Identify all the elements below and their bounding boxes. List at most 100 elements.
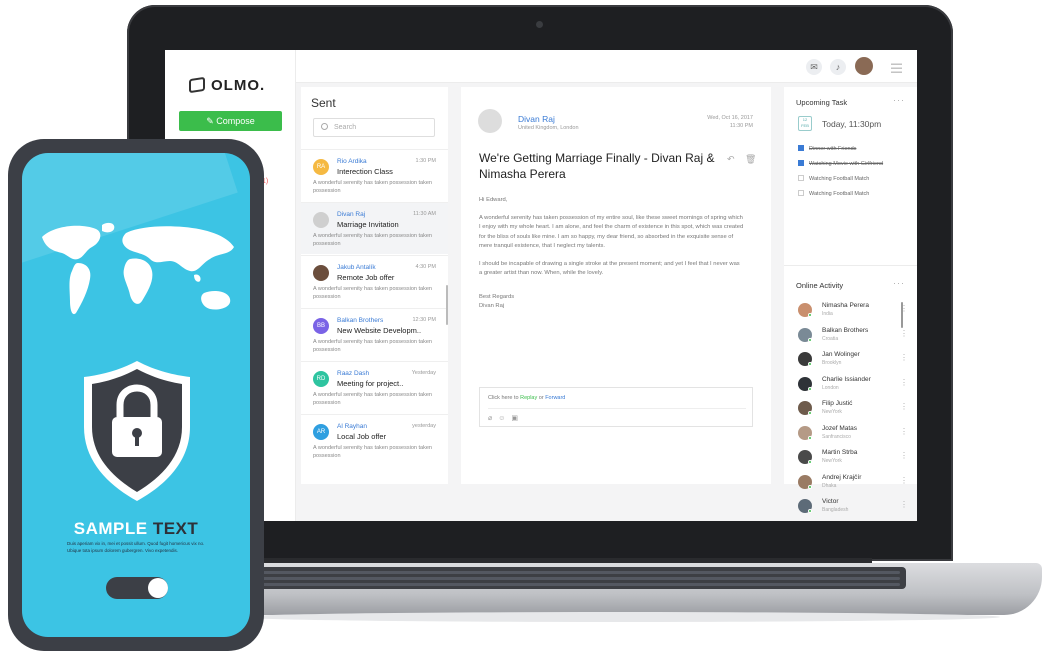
- checkbox[interactable]: [798, 175, 804, 181]
- online-status-icon: [808, 411, 812, 415]
- reply-icon[interactable]: ↶: [727, 154, 735, 165]
- more-vertical-icon[interactable]: ⋮: [900, 378, 908, 387]
- reply-toolbar: ⌀☺▣: [488, 414, 524, 422]
- more-icon[interactable]: ···: [893, 278, 905, 288]
- key-row: [262, 577, 900, 580]
- mail-time: yesterday: [412, 423, 436, 429]
- checkbox[interactable]: [798, 145, 804, 151]
- mail-list-item[interactable]: Jakub Antalík 4:30 PM Remote Job offer A wo…: [301, 255, 448, 307]
- online-status-icon: [808, 509, 812, 513]
- phone-toggle[interactable]: [106, 577, 168, 599]
- more-vertical-icon[interactable]: ⋮: [900, 353, 908, 362]
- online-person[interactable]: Filip Justić NewYork ⋮: [798, 399, 908, 419]
- sender-name: Al Rayhan: [337, 423, 367, 430]
- activity-scrollbar[interactable]: [901, 302, 903, 328]
- chat-icon[interactable]: ✉: [806, 59, 822, 75]
- mail-subject: Local Job offer: [337, 432, 387, 441]
- online-person[interactable]: Jozef Matas Sanfrancisco ⋮: [798, 424, 908, 444]
- bell-icon[interactable]: ♪: [830, 59, 846, 75]
- person-location: Croatia: [822, 335, 839, 342]
- emoji-icon[interactable]: ☺: [498, 415, 511, 422]
- more-vertical-icon[interactable]: ⋮: [900, 500, 908, 509]
- key-row: [262, 583, 900, 586]
- person-name: Balkan Brothers: [822, 326, 869, 334]
- sent-scrollbar[interactable]: [446, 285, 448, 325]
- person-location: Brooklyn: [822, 360, 842, 366]
- user-avatar[interactable]: [855, 57, 873, 75]
- mail-list-item[interactable]: RD Raaz Dash Yesterday Meeting for project.…: [301, 361, 448, 413]
- sender-name[interactable]: Divan Raj: [518, 114, 555, 124]
- more-vertical-icon[interactable]: ⋮: [900, 402, 908, 411]
- attach-icon[interactable]: ⌀: [488, 415, 498, 422]
- laptop-screen: ✉ ♪ — — — OLMO. ✎ Compose 1) Sent Search R…: [165, 50, 917, 521]
- reply-box[interactable]: Click here to Replay or Forward ⌀☺▣: [479, 387, 753, 427]
- person-name: Jozef Matas: [822, 424, 858, 432]
- search-input[interactable]: Search: [313, 118, 435, 137]
- sender-avatar: [313, 212, 329, 228]
- online-person[interactable]: Victor Bangladesh ⋮: [798, 497, 908, 517]
- mail-subject: Interection Class: [337, 167, 393, 176]
- key-row: [262, 571, 900, 574]
- more-vertical-icon[interactable]: ⋮: [900, 427, 908, 436]
- online-activity-title: Online Activity: [796, 281, 844, 290]
- mail-preview: A wonderful serenity has taken possessio…: [313, 233, 432, 247]
- calendar-icon: 12 FEB: [798, 116, 812, 131]
- toggle-knob[interactable]: [148, 578, 168, 598]
- sender-name: Divan Raj: [337, 211, 366, 218]
- task-item[interactable]: Watching Football Match: [798, 175, 869, 182]
- online-person[interactable]: Jan Wolinger Brooklyn ⋮: [798, 350, 908, 370]
- image-icon[interactable]: ▣: [511, 415, 524, 422]
- checkbox[interactable]: [798, 190, 804, 196]
- online-person[interactable]: Charlie Issiander London ⋮: [798, 375, 908, 395]
- mail-list-item[interactable]: Divan Raj 11:30 AM Marriage Invitation A wo…: [301, 202, 448, 254]
- phone-description: Duis aperiam vix in, mei et possit ullum…: [67, 541, 205, 553]
- task-item[interactable]: Watching Movie with Girlfriend: [798, 160, 883, 167]
- task-item[interactable]: Dinner with Friends: [798, 145, 856, 152]
- checkbox[interactable]: [798, 160, 804, 166]
- mail-preview: A wonderful serenity has taken possessio…: [313, 286, 432, 300]
- mail-list-item[interactable]: AR Al Rayhan yesterday Local Job offer A won…: [301, 414, 448, 466]
- more-vertical-icon[interactable]: ⋮: [900, 451, 908, 460]
- mail-time: Yesterday: [411, 370, 436, 376]
- forward-link[interactable]: Forward: [545, 395, 565, 401]
- divider: [488, 408, 746, 409]
- trash-icon[interactable]: 🗑: [745, 154, 756, 165]
- mail-subject: We're Getting Marriage Finally - Divan R…: [479, 151, 715, 181]
- search-icon: [321, 123, 328, 130]
- today-label: Today, 11:30pm: [822, 119, 882, 129]
- mail-preview: A wonderful serenity has taken possessio…: [313, 180, 432, 194]
- online-status-icon: [808, 386, 812, 391]
- mail-subject: Marriage Invitation: [337, 220, 399, 229]
- mail-list-item[interactable]: RA Rio Ardika 1:30 PM Interection Class A wo…: [301, 149, 448, 201]
- upcoming-task-title: Upcoming Task: [796, 98, 848, 107]
- app-logo[interactable]: OLMO.: [189, 76, 265, 94]
- menu-icon[interactable]: — — —: [891, 59, 902, 78]
- person-location: Dhaka: [822, 482, 837, 489]
- more-icon[interactable]: ···: [893, 95, 905, 105]
- online-person[interactable]: Balkan Brothers Croatia ⋮: [798, 326, 908, 346]
- reply-link[interactable]: Replay: [520, 395, 537, 401]
- online-person[interactable]: Andrej Krajčír Dhaka ⋮: [798, 473, 908, 493]
- mail-time: 11:30 AM: [413, 211, 436, 217]
- compose-button[interactable]: ✎ Compose: [179, 111, 282, 131]
- signoff: Best Regards: [479, 293, 515, 300]
- mail-subject: New Website Developm..: [337, 326, 422, 335]
- sender-name: Raaz Dash: [337, 370, 370, 377]
- person-name: Nimasha Perera: [822, 302, 869, 309]
- more-vertical-icon[interactable]: ⋮: [900, 476, 908, 485]
- reply-prompt: Click here to Replay or Forward: [488, 395, 566, 401]
- more-vertical-icon[interactable]: ⋮: [900, 329, 908, 338]
- camera-icon: [536, 21, 543, 28]
- mail-list-item[interactable]: BB Balkan Brothers 12:30 PM New Website Dev…: [301, 308, 448, 360]
- task-item[interactable]: Watching Football Match: [798, 190, 869, 197]
- world-map-icon: [42, 222, 234, 315]
- online-person[interactable]: Nimasha Perera India ⋮: [798, 301, 908, 321]
- sender-name: Jakub Antalík: [337, 264, 376, 271]
- right-panel: Upcoming Task ··· 12 FEB Today, 11:30pm D…: [784, 87, 917, 513]
- sender-location: United Kingdom, London: [518, 125, 579, 131]
- sender-name: Rio Ardika: [337, 158, 367, 165]
- body-paragraph: I should be incapable of drawing a singl…: [479, 260, 740, 277]
- online-status-icon: [808, 337, 812, 342]
- online-person[interactable]: Martin Strba NewYork ⋮: [798, 448, 908, 468]
- mail-subject: Meeting for project..: [337, 379, 404, 388]
